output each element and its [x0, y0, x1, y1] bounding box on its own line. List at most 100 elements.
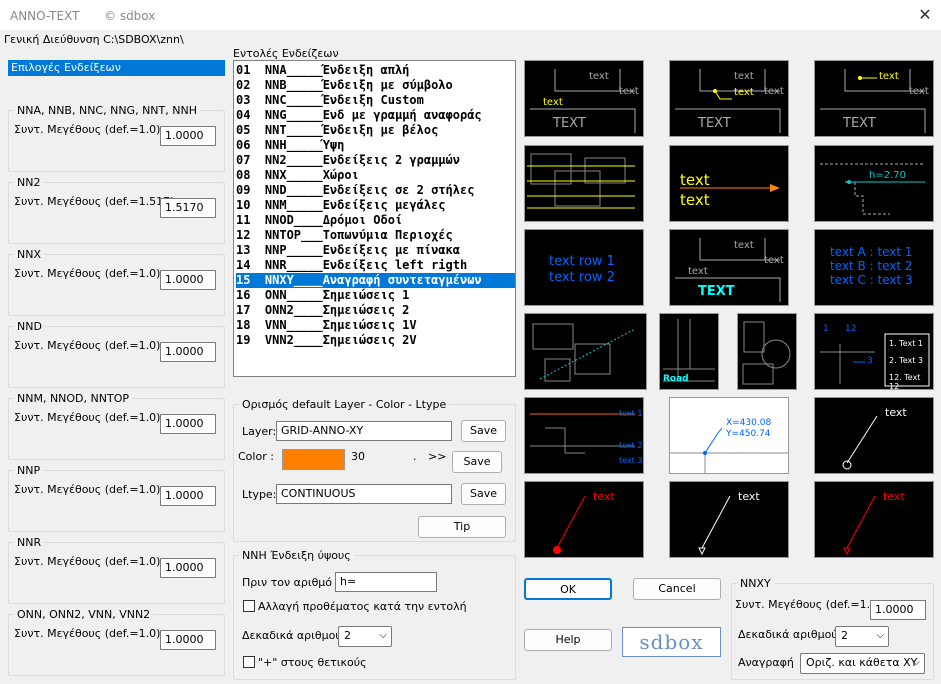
preview-nnh[interactable]: h=2.70 [814, 145, 934, 222]
preview-vnn[interactable]: text [669, 481, 789, 558]
help-button[interactable]: Help [524, 629, 612, 651]
ok-button[interactable]: OK [524, 578, 612, 600]
preview-label: text [734, 87, 754, 98]
change-prefix-checkbox[interactable] [243, 600, 255, 612]
size-group-label: Συντ. Μεγέθους (def.=1.0) [14, 555, 161, 568]
preview-nng[interactable] [524, 145, 644, 222]
plus-label: "+" στους θετικούς [258, 656, 367, 669]
size-group-input[interactable]: 1.5170 [160, 198, 216, 218]
command-item[interactable]: 13 NNP_____Ενδείξεις με πίνακα [236, 243, 515, 258]
command-item[interactable]: 16 ONN_____Σημειώσεις 1 [236, 288, 515, 303]
command-item[interactable]: 07 NN2_____Ενδείξεις 2 γραμμών [236, 153, 515, 168]
nnh-decimals-value: 2 [344, 629, 351, 642]
preview-label: Road [663, 374, 689, 384]
window-title: ANNO-TEXT [10, 9, 80, 23]
size-group-input[interactable]: 1.0000 [160, 630, 216, 650]
left-header[interactable]: Επιλογές Ενδείξεων [8, 60, 225, 76]
command-item[interactable]: 11 NNOD____Δρόμοι Οδοί [236, 213, 515, 228]
size-group-input[interactable]: 1.0000 [160, 486, 216, 506]
preview-nna[interactable]: text text text TEXT [524, 60, 644, 137]
command-item[interactable]: 04 NNG_____Ενδ με γραμμή αναφοράς [236, 108, 515, 123]
nnh-decimals-select[interactable]: 2 ⌵ [338, 626, 392, 647]
plus-checkbox[interactable] [243, 656, 255, 668]
size-group-title: NNX [14, 248, 44, 261]
close-icon[interactable]: ✕ [912, 3, 938, 27]
preview-label: 2. Text 3 [889, 356, 923, 365]
preview-label: text 2 [619, 441, 643, 450]
preview-label: text 3 [619, 456, 643, 465]
command-item[interactable]: 19 VNN2____Σημειώσεις 2V [236, 333, 515, 348]
color-more[interactable]: >> [428, 450, 446, 463]
preview-label: text [909, 86, 929, 97]
preview-label: TEXT [843, 116, 876, 131]
nnxy-size-input[interactable]: 1.0000 [870, 600, 926, 620]
layer-input[interactable]: GRID-ANNO-XY [276, 421, 452, 441]
commands-list[interactable]: 01 NNA_____Ένδειξη απλή 02 NNB_____Ένδειξ… [233, 60, 516, 377]
nnxy-write-select[interactable]: Οριζ. και κάθετα XY ⌵ [800, 653, 925, 674]
preview-nn2[interactable]: text row 1 text row 2 [524, 229, 644, 306]
command-item[interactable]: 08 NNX_____Χώροι [236, 168, 515, 183]
size-group-input[interactable]: 1.0000 [160, 414, 216, 434]
command-item[interactable]: 02 NNB_____Ένδειξη με σύμβολο [236, 78, 515, 93]
size-group-title: NND [14, 320, 45, 333]
cancel-button[interactable]: Cancel [633, 578, 721, 600]
preview-label: text row 1 [549, 254, 615, 269]
chevron-down-icon: ⌵ [876, 630, 884, 641]
size-group-label: Συντ. Μεγέθους (def.=1.0) [14, 123, 161, 136]
size-group-label: Συντ. Μεγέθους (def.=1.0) [14, 483, 161, 496]
command-item[interactable]: 06 NNH_____Ύψη [236, 138, 515, 153]
sdbox-logo: sdbox [622, 627, 721, 657]
ltype-input[interactable]: CONTINUOUS [276, 484, 452, 504]
preview-nnod[interactable]: Road [659, 313, 719, 390]
preview-nnt[interactable]: text text [669, 145, 789, 222]
size-group-input[interactable]: 1.0000 [160, 270, 216, 290]
preview-nnc[interactable]: text text TEXT [814, 60, 934, 137]
command-item[interactable]: 12 NNTOP___Τοπωνύμια Περιοχές [236, 228, 515, 243]
preview-label: text A : text 1 [830, 245, 913, 259]
size-group-input[interactable]: 1.0000 [160, 126, 216, 146]
preview-nnxy[interactable]: X=430.08 Y=450.74 [669, 397, 789, 474]
size-group-title: NNA, NNB, NNC, NNG, NNT, NNH [14, 104, 200, 117]
preview-label: TEXT [698, 284, 735, 299]
preview-nntop[interactable] [737, 313, 797, 390]
nnxy-decimals-label: Δεκαδικά αριθμού [738, 628, 838, 641]
command-item[interactable]: 10 NNM_____Ενδείξεις μεγάλες [236, 198, 515, 213]
preview-vnn2[interactable]: text [814, 481, 934, 558]
command-item[interactable]: 17 ONN2____Σημειώσεις 2 [236, 303, 515, 318]
preview-nnd[interactable]: text A : text 1 text B : text 2 text C :… [814, 229, 934, 306]
preview-nnm[interactable] [524, 313, 647, 390]
command-item[interactable]: 18 VNN_____Σημειώσεις 1V [236, 318, 515, 333]
command-item[interactable]: 14 NNR_____Ενδείξεις left rigth [236, 258, 515, 273]
preview-nnp[interactable]: 1 12 3 1. Text 1 2. Text 3 12. Text 12 [814, 313, 934, 391]
prefix-input[interactable]: h= [335, 572, 437, 592]
nnxy-decimals-select[interactable]: 2 ⌵ [835, 626, 889, 647]
path-label: Γενική Διεύθυνση C:\SDBOX\znn\ [4, 33, 184, 46]
layer-save-button[interactable]: Save [461, 420, 506, 442]
preview-label: text row 2 [549, 270, 615, 285]
command-item[interactable]: 01 NNA_____Ένδειξη απλή [236, 63, 515, 78]
tip-button[interactable]: Tip [418, 516, 506, 538]
preview-label: TEXT [698, 116, 731, 131]
preview-onn2[interactable]: text [524, 481, 644, 558]
preview-onn[interactable]: text [814, 397, 934, 474]
color-save-button[interactable]: Save [452, 451, 502, 473]
preview-label: text C : text 3 [830, 273, 913, 287]
prefix-label: Πριν τον αριθμό : [242, 576, 340, 589]
preview-nnr[interactable]: text 1 text 2 text 3 [524, 397, 644, 474]
preview-label: text [885, 406, 907, 419]
ltype-save-button[interactable]: Save [461, 483, 506, 505]
preview-label: text [593, 490, 615, 503]
nnxy-group-title: NNXY [737, 577, 774, 590]
preview-label: Y=450.74 [726, 429, 771, 439]
command-item[interactable]: 09 NND_____Ενδείξεις σε 2 στήλες [236, 183, 515, 198]
size-group-input[interactable]: 1.0000 [160, 558, 216, 578]
command-item[interactable]: 05 NNT_____Ένδειξη με βέλος [236, 123, 515, 138]
color-swatch[interactable] [282, 449, 345, 470]
preview-nnx[interactable]: text text text TEXT [669, 229, 789, 306]
command-item[interactable]: 15 NNXY____Αναγραφή συντεταγμένων [236, 273, 515, 288]
size-group-input[interactable]: 1.0000 [160, 342, 216, 362]
command-item[interactable]: 03 NNC_____Ένδειξη Custom [236, 93, 515, 108]
preview-nnb[interactable]: text text text TEXT [669, 60, 789, 137]
preview-label: 1 [823, 324, 829, 334]
commands-label: Εντολές Ενδείζεων [233, 47, 339, 60]
